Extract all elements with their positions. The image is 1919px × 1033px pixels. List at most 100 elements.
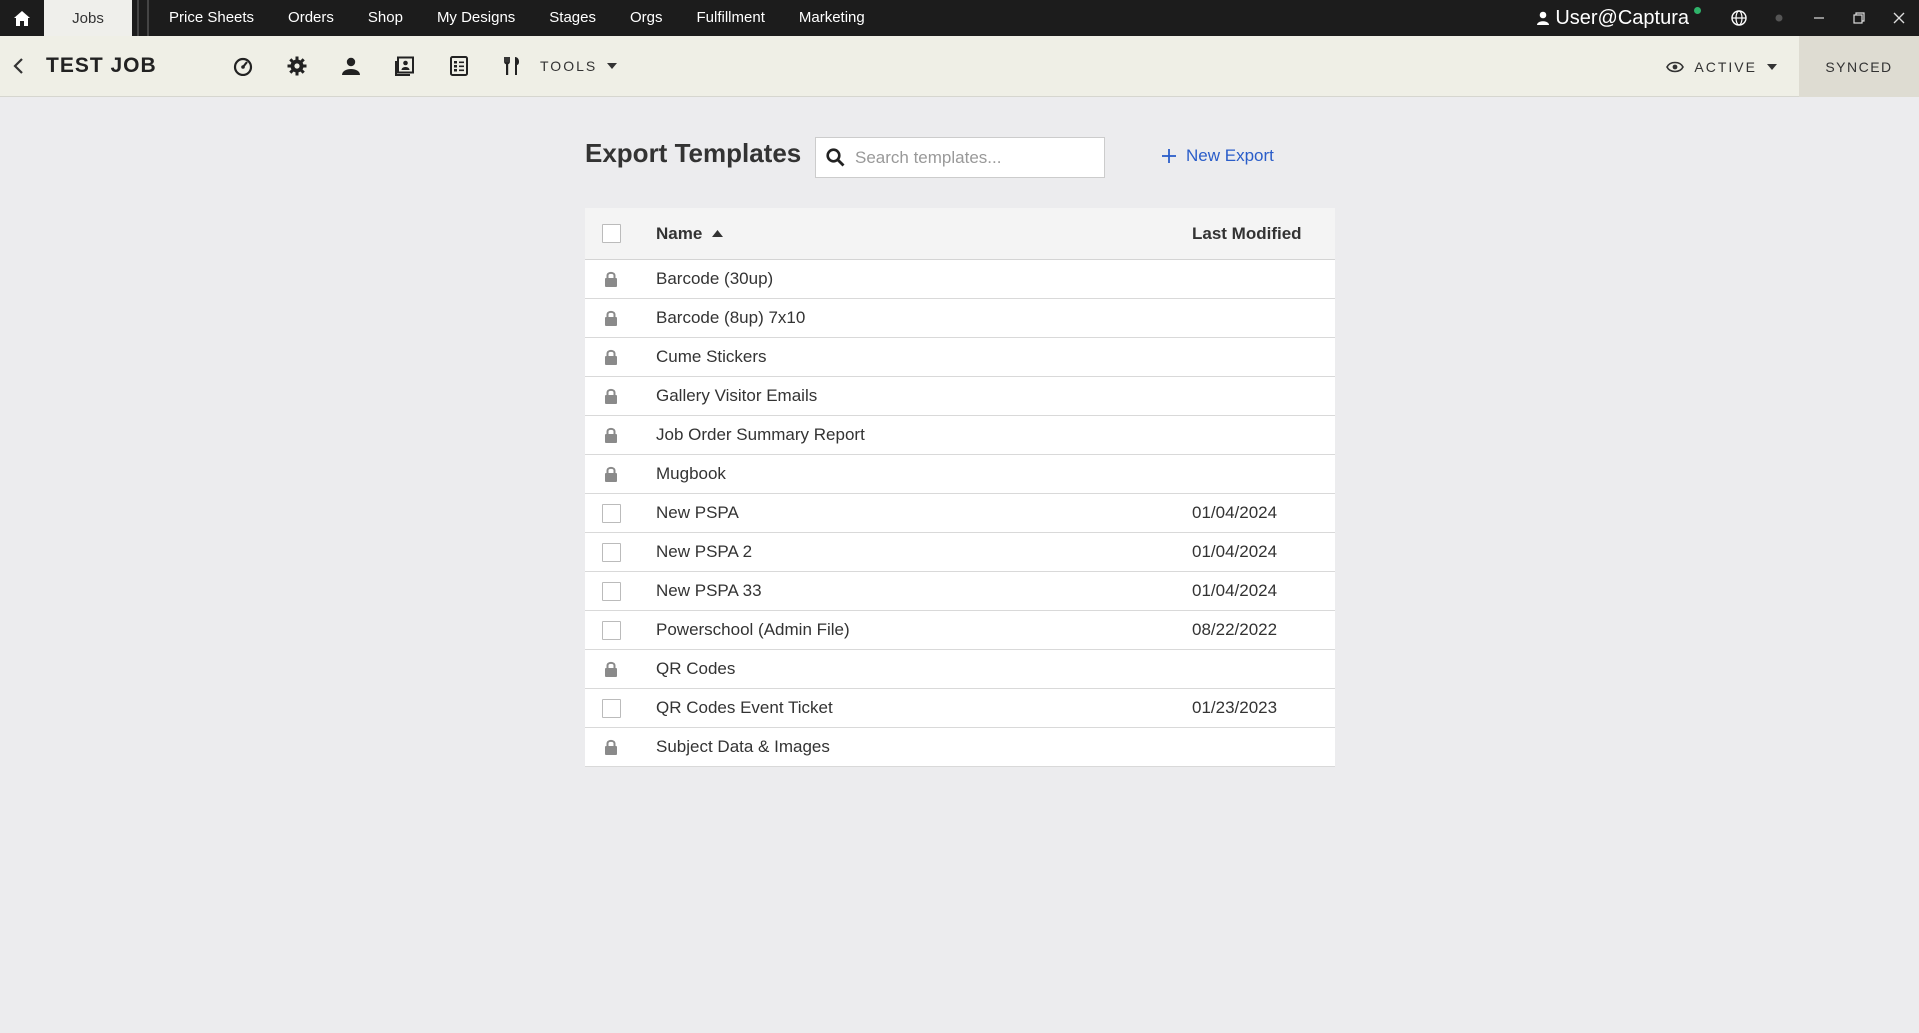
top-right-controls: User@Captura — [1537, 0, 1919, 36]
tab-jobs[interactable]: Jobs — [44, 0, 132, 36]
restore-icon — [1853, 12, 1865, 24]
row-select-cell — [585, 388, 656, 404]
template-name[interactable]: Subject Data & Images — [656, 737, 1192, 757]
lock-icon — [605, 427, 617, 443]
top-nav: Jobs Price Sheets Orders Shop My Designs Sta… — [0, 0, 1919, 36]
new-export-button[interactable]: New Export — [1162, 146, 1274, 166]
table-row[interactable]: New PSPA 33 01/04/2024 — [585, 572, 1335, 611]
select-all-checkbox[interactable] — [601, 224, 621, 243]
last-modified-date: 01/04/2024 — [1192, 542, 1278, 561]
job-title: TEST JOB — [46, 54, 157, 77]
subjects-button[interactable] — [324, 36, 378, 97]
table-row[interactable]: Cume Stickers — [585, 338, 1335, 377]
template-name[interactable]: Gallery Visitor Emails — [656, 386, 1192, 406]
sync-status[interactable]: SYNCED — [1799, 36, 1919, 97]
back-button[interactable] — [0, 36, 36, 97]
dot-icon — [1775, 14, 1783, 22]
table-row[interactable]: Job Order Summary Report — [585, 416, 1335, 455]
row-select-cell — [585, 310, 656, 326]
table-row[interactable]: Gallery Visitor Emails — [585, 377, 1335, 416]
user-menu[interactable]: User@Captura — [1537, 6, 1701, 30]
nav-item-my-designs[interactable]: My Designs — [420, 0, 532, 36]
row-checkbox[interactable] — [601, 542, 621, 562]
row-checkbox[interactable] — [601, 581, 621, 601]
table-row[interactable]: QR Codes Event Ticket 01/23/2023 — [585, 689, 1335, 728]
tools-label: TOOLS — [540, 58, 598, 74]
search-input[interactable] — [855, 147, 1085, 168]
template-name[interactable]: New PSPA — [656, 503, 1192, 523]
sort-ascending-icon — [712, 230, 724, 237]
list-document-icon — [450, 56, 468, 76]
template-name[interactable]: Cume Stickers — [656, 347, 1192, 367]
row-checkbox[interactable] — [601, 620, 621, 640]
home-icon — [14, 10, 30, 26]
last-modified-column-header[interactable]: Last Modified — [1192, 224, 1335, 244]
home-button[interactable] — [0, 0, 44, 36]
close-button[interactable] — [1879, 0, 1919, 36]
minimize-button[interactable] — [1799, 0, 1839, 36]
job-toolbar: TEST JOB TOOLS ACTIVE SYNCED — [0, 36, 1919, 97]
row-select-cell — [585, 739, 656, 755]
template-name[interactable]: New PSPA 2 — [656, 542, 1192, 562]
lock-icon — [605, 739, 617, 755]
row-checkbox[interactable] — [601, 698, 621, 718]
nav-items: Price Sheets Orders Shop My Designs Stages Or… — [152, 0, 882, 36]
settings-button[interactable] — [270, 36, 324, 97]
caret-down-icon — [607, 63, 618, 69]
template-name[interactable]: New PSPA 33 — [656, 581, 1192, 601]
tools-icon — [504, 57, 520, 75]
dashboard-icon — [233, 57, 253, 76]
close-icon — [1893, 12, 1905, 24]
name-column-header[interactable]: Name — [656, 224, 1192, 244]
template-name[interactable]: QR Codes — [656, 659, 1192, 679]
template-name[interactable]: Job Order Summary Report — [656, 425, 1192, 445]
table-row[interactable]: QR Codes — [585, 650, 1335, 689]
last-modified-date: 01/04/2024 — [1192, 503, 1278, 522]
tools-dropdown[interactable]: TOOLS — [540, 58, 618, 74]
nav-item-orgs[interactable]: Orgs — [613, 0, 680, 36]
templates-table: Name Last Modified Barcode (30up) Barcode… — [585, 208, 1335, 767]
template-name[interactable]: Powerschool (Admin File) — [656, 620, 1192, 640]
nav-item-orders[interactable]: Orders — [271, 0, 351, 36]
table-row[interactable]: Mugbook — [585, 455, 1335, 494]
lock-icon — [605, 310, 617, 326]
online-status-dot — [1694, 6, 1701, 14]
photos-button[interactable] — [378, 36, 432, 97]
lock-icon — [605, 349, 617, 365]
globe-button[interactable] — [1719, 0, 1759, 36]
restore-button[interactable] — [1839, 0, 1879, 36]
reports-button[interactable] — [432, 36, 486, 97]
eye-icon — [1666, 61, 1685, 72]
new-export-label: New Export — [1186, 146, 1274, 165]
template-name[interactable]: Barcode (8up) 7x10 — [656, 308, 1192, 328]
status-dropdown[interactable]: ACTIVE — [1666, 59, 1777, 75]
row-checkbox[interactable] — [601, 503, 621, 523]
table-row[interactable]: New PSPA 01/04/2024 — [585, 494, 1335, 533]
lock-icon — [605, 271, 617, 287]
gear-icon — [287, 56, 307, 76]
table-row[interactable]: New PSPA 2 01/04/2024 — [585, 533, 1335, 572]
nav-item-fulfillment[interactable]: Fulfillment — [680, 0, 782, 36]
activity-indicator — [1759, 0, 1799, 36]
tools-icon-wrap[interactable] — [486, 36, 540, 97]
row-select-cell — [585, 349, 656, 365]
table-header: Name Last Modified — [585, 208, 1335, 260]
template-name[interactable]: Barcode (30up) — [656, 269, 1192, 289]
status-area: ACTIVE SYNCED — [1666, 36, 1919, 97]
nav-item-price-sheets[interactable]: Price Sheets — [152, 0, 271, 36]
template-name[interactable]: QR Codes Event Ticket — [656, 698, 1192, 718]
user-icon — [1537, 11, 1550, 25]
table-row[interactable]: Barcode (30up) — [585, 260, 1335, 299]
last-modified-date: 01/23/2023 — [1192, 698, 1278, 717]
nav-item-marketing[interactable]: Marketing — [782, 0, 882, 36]
nav-item-shop[interactable]: Shop — [351, 0, 420, 36]
table-row[interactable]: Barcode (8up) 7x10 — [585, 299, 1335, 338]
dashboard-button[interactable] — [216, 36, 270, 97]
search-icon — [826, 148, 845, 167]
table-row[interactable]: Powerschool (Admin File) 08/22/2022 — [585, 611, 1335, 650]
table-row[interactable]: Subject Data & Images — [585, 728, 1335, 767]
nav-item-stages[interactable]: Stages — [532, 0, 613, 36]
template-name[interactable]: Mugbook — [656, 464, 1192, 484]
search-box — [815, 137, 1105, 178]
last-modified-date: 01/04/2024 — [1192, 581, 1278, 600]
